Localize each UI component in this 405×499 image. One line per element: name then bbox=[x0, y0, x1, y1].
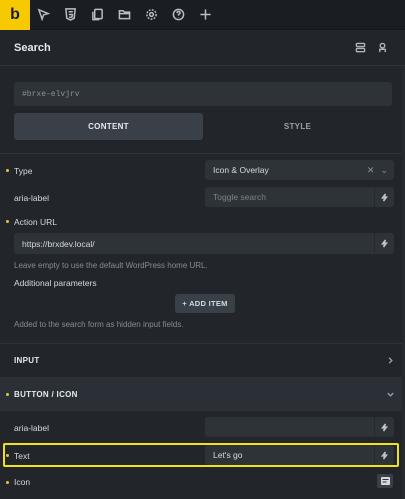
class-manager-icon[interactable] bbox=[373, 39, 391, 57]
cursor-icon[interactable] bbox=[30, 0, 57, 30]
bricks-logo[interactable]: b bbox=[0, 0, 30, 30]
section-input[interactable]: INPUT bbox=[0, 344, 405, 377]
add-item-button[interactable]: + ADD ITEM bbox=[175, 294, 235, 313]
text-label: Text bbox=[14, 451, 30, 461]
element-id-field[interactable]: #brxe-elvjrv bbox=[14, 82, 392, 106]
button-aria-label-input[interactable] bbox=[205, 417, 394, 437]
layout-toggle-icon[interactable] bbox=[351, 39, 369, 57]
changed-indicator bbox=[6, 454, 9, 457]
additional-params-help: Added to the search form as hidden input… bbox=[14, 320, 184, 329]
action-url-value: https://brxdev.local/ bbox=[22, 238, 95, 249]
changed-indicator bbox=[6, 169, 9, 172]
dynamic-data-icon[interactable] bbox=[374, 417, 394, 437]
action-url-input[interactable]: https://brxdev.local/ bbox=[14, 233, 394, 254]
type-label: Type bbox=[14, 166, 33, 176]
icon-picker-icon[interactable] bbox=[377, 474, 393, 488]
css3-icon[interactable] bbox=[57, 0, 84, 30]
top-toolbar: b bbox=[0, 0, 405, 30]
aria-label-placeholder: Toggle search bbox=[213, 192, 266, 202]
dynamic-data-icon[interactable] bbox=[374, 187, 394, 207]
panel-title: Search bbox=[14, 41, 51, 54]
folder-icon[interactable] bbox=[111, 0, 138, 30]
dynamic-data-icon[interactable] bbox=[374, 233, 394, 254]
changed-indicator bbox=[6, 393, 9, 396]
type-select-value: Icon & Overlay bbox=[213, 165, 269, 175]
panel-tabs: CONTENT STYLE bbox=[14, 113, 392, 140]
chevron-down-icon[interactable]: ⌄ bbox=[380, 165, 388, 176]
clear-icon[interactable]: ✕ bbox=[367, 165, 375, 176]
gear-icon[interactable] bbox=[138, 0, 165, 30]
action-url-label: Action URL bbox=[14, 217, 57, 227]
section-input-title: INPUT bbox=[14, 356, 40, 365]
button-aria-label-label: aria-label bbox=[14, 423, 49, 433]
action-url-help: Leave empty to use the default WordPress… bbox=[14, 261, 208, 270]
type-select[interactable]: Icon & Overlay ✕ ⌄ bbox=[205, 160, 394, 180]
dynamic-data-icon[interactable] bbox=[374, 445, 394, 465]
aria-label-input[interactable]: Toggle search bbox=[205, 187, 394, 207]
divider bbox=[0, 153, 405, 154]
icon-label: Icon bbox=[14, 477, 31, 487]
tab-style[interactable]: STYLE bbox=[203, 113, 392, 140]
aria-label-label: aria-label bbox=[14, 193, 49, 203]
chevron-down-icon bbox=[386, 378, 395, 411]
text-input-value: Let's go bbox=[213, 450, 243, 460]
changed-indicator bbox=[6, 220, 9, 223]
additional-params-label: Additional parameters bbox=[14, 278, 97, 288]
panel-header: Search bbox=[0, 30, 405, 66]
section-button-icon-title: BUTTON / ICON bbox=[14, 390, 78, 399]
tab-content[interactable]: CONTENT bbox=[14, 113, 203, 140]
copy-icon[interactable] bbox=[84, 0, 111, 30]
section-button-icon[interactable]: BUTTON / ICON bbox=[0, 378, 405, 411]
chevron-right-icon bbox=[386, 344, 395, 377]
text-input[interactable]: Let's go bbox=[205, 445, 394, 465]
changed-indicator bbox=[6, 481, 9, 484]
plus-icon[interactable] bbox=[192, 0, 219, 30]
help-icon[interactable] bbox=[165, 0, 192, 30]
